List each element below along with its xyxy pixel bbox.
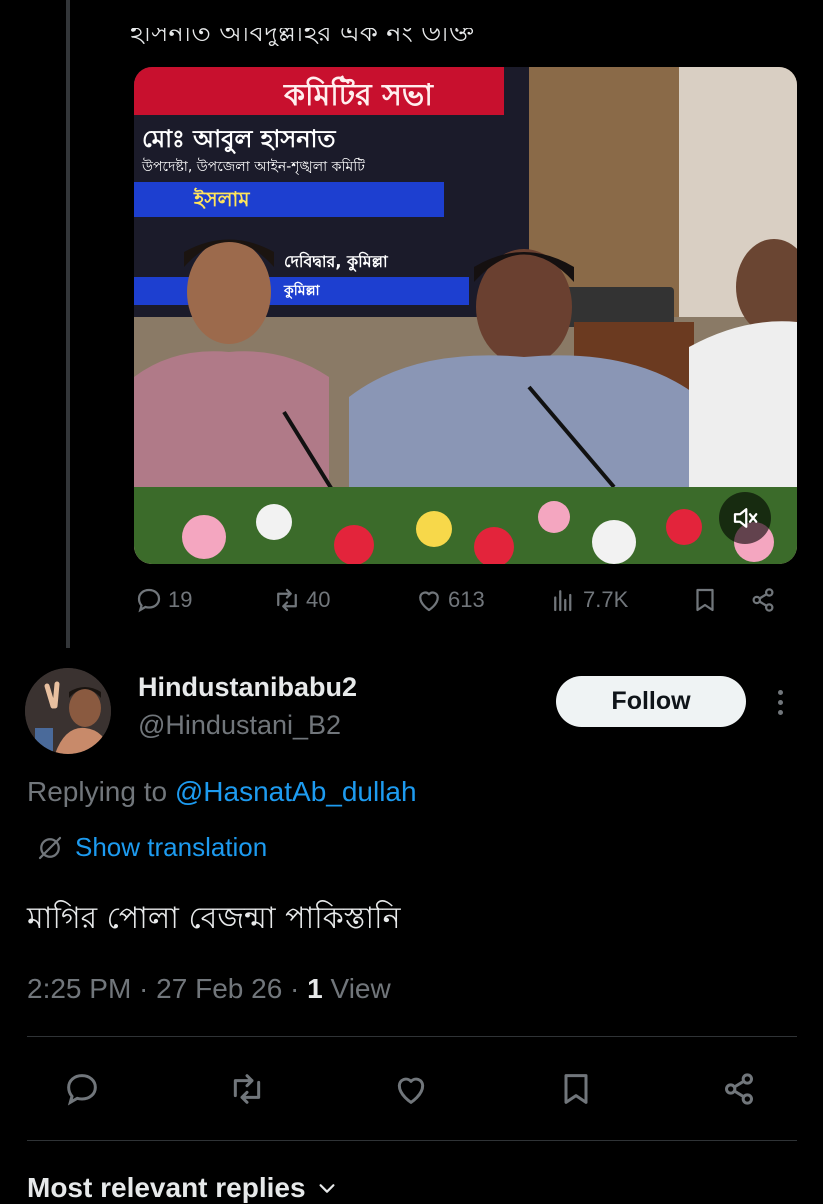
tweet-view-label: View: [330, 973, 391, 1004]
thread-connector-line: [66, 0, 70, 648]
video-line-3: ইসলাম: [194, 187, 250, 211]
video-line-2: উপদেষ্টা, উপজেলা আইন-শৃঙ্খলা কমিটি: [142, 159, 365, 175]
speaker-muted-icon: [733, 508, 758, 528]
display-name[interactable]: Hindustanibabu2: [138, 672, 357, 703]
tweet-view-count: 1: [307, 973, 323, 1004]
chevron-down-icon: [319, 1184, 335, 1193]
like-button[interactable]: [390, 1068, 432, 1110]
parent-tweet-stats: 19 40 613 7.7K: [134, 585, 797, 623]
divider: [27, 1140, 797, 1141]
tweet-video[interactable]: কমিটির সভা মোঃ আবুল হাসনাত উপদেষ্টা, উপজ…: [134, 67, 797, 564]
replying-prefix: Replying to: [27, 776, 168, 807]
divider: [27, 1036, 797, 1037]
repost-icon: [277, 588, 297, 612]
translate-icon: [38, 836, 62, 859]
view-count-button[interactable]: 7.7K: [549, 585, 628, 615]
reply-button[interactable]: [61, 1068, 103, 1110]
video-banner-title: কমিটির সভা: [284, 78, 433, 113]
replying-handle-link[interactable]: @HasnatAb_dullah: [175, 776, 417, 807]
heart-icon: [397, 1077, 425, 1104]
repost-button[interactable]: [226, 1068, 268, 1110]
bookmark-icon: [696, 588, 714, 612]
view-count: 7.7K: [583, 587, 629, 612]
show-translation-label: Show translation: [75, 832, 268, 862]
replying-to: Replying to @HasnatAb_dullah: [27, 776, 417, 808]
avatar-image: [25, 668, 111, 754]
video-line-5: কুমিল্লা: [284, 283, 320, 299]
bookmark-icon: [564, 1074, 588, 1104]
replies-sort-label: Most relevant replies: [27, 1172, 306, 1203]
tweet-metadata: 2:25 PM · 27 Feb 26 · 1 View: [27, 973, 391, 1004]
share-icon: [752, 588, 774, 612]
reply-count-button[interactable]: 19: [134, 585, 192, 615]
share-icon: [725, 1073, 753, 1105]
replies-sort-dropdown[interactable]: Most relevant replies: [27, 1172, 338, 1204]
bookmark-button[interactable]: [690, 585, 720, 615]
tweet-time[interactable]: 2:25 PM: [27, 973, 131, 1004]
views-icon: [554, 590, 572, 612]
follow-button[interactable]: Follow: [556, 676, 746, 727]
video-line-4: দেবিদ্বার, কুমিল্লা: [284, 252, 388, 271]
repost-count: 40: [306, 587, 331, 612]
share-button[interactable]: [718, 1068, 760, 1110]
heart-icon: [419, 591, 439, 612]
repost-count-button[interactable]: 40: [272, 585, 330, 615]
parent-tweet-text: হাসনাত আবদুল্লাহর এক নং উক্তি: [130, 18, 475, 46]
like-count: 613: [448, 587, 485, 612]
reply-text: মাগির পোলা বেজন্মা পাকিস্তানি: [27, 901, 401, 936]
share-button[interactable]: [748, 585, 778, 615]
more-options-icon[interactable]: [768, 682, 792, 722]
tweet-date[interactable]: 27 Feb 26: [156, 973, 282, 1004]
user-handle[interactable]: @Hindustani_B2: [138, 710, 341, 741]
like-count-button[interactable]: 613: [414, 585, 485, 615]
avatar[interactable]: [25, 668, 111, 754]
mute-button[interactable]: [719, 492, 771, 544]
show-translation-button[interactable]: Show translation: [35, 832, 267, 863]
reply-count: 19: [168, 587, 193, 612]
repost-icon: [233, 1074, 261, 1104]
reply-icon: [67, 1074, 97, 1106]
reply-action-bar: [0, 1060, 823, 1120]
reply-icon: [137, 588, 161, 613]
bookmark-button[interactable]: [555, 1068, 597, 1110]
